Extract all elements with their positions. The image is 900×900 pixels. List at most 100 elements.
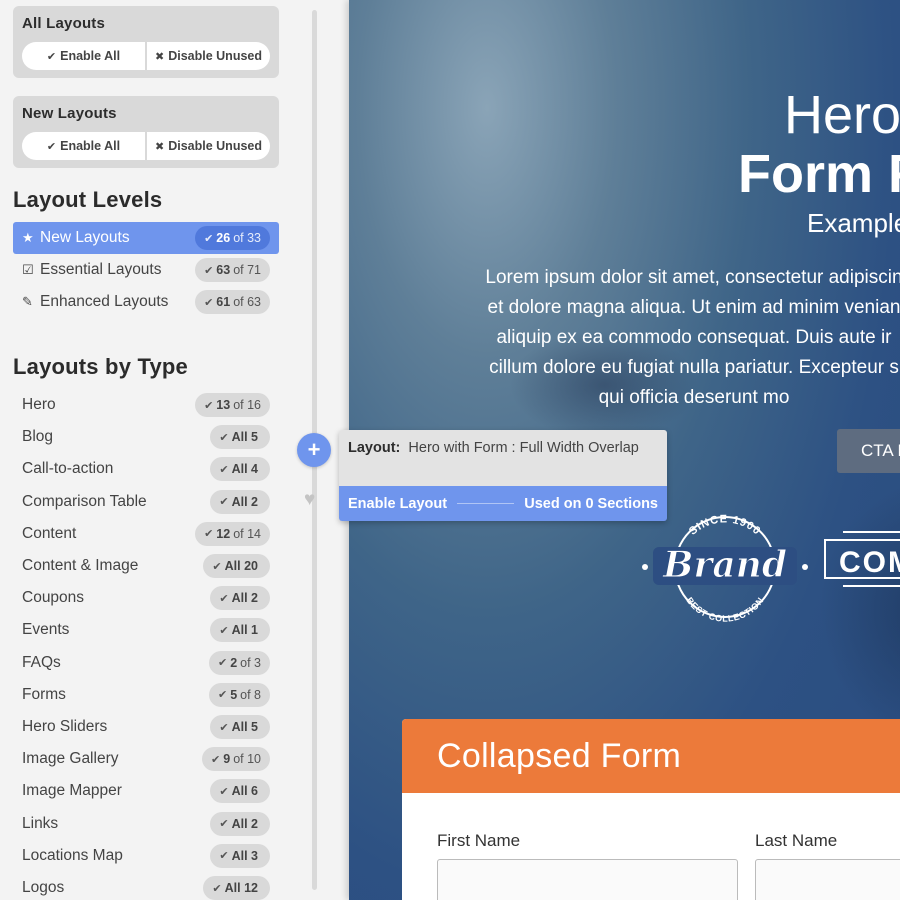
level-label: Essential Layouts	[40, 261, 162, 278]
level-essential-layouts[interactable]: ☑ Essential Layouts ✔ 63 of 71	[13, 254, 279, 286]
badge-count: All 6	[231, 784, 258, 799]
check-icon: ✔	[219, 496, 229, 509]
check-icon: ✔	[217, 689, 228, 702]
type-label: Events	[22, 621, 70, 639]
check-icon: ✔	[219, 592, 229, 605]
type-row[interactable]: Locations Map ✔ All 3	[13, 840, 279, 872]
type-row[interactable]: Call-to-action ✔ All 4	[13, 453, 279, 485]
check-icon: ✔	[212, 560, 222, 573]
all-layouts-title: All Layouts	[22, 15, 106, 32]
badge-count: All 3	[231, 848, 258, 863]
check-icon: ✔	[219, 463, 229, 476]
svg-text:BEST COLLECTION: BEST COLLECTION	[684, 595, 765, 623]
enable-layout-button[interactable]: Enable Layout	[348, 496, 447, 512]
badge-count: All 2	[231, 494, 258, 509]
add-layout-button[interactable]: +	[297, 433, 331, 467]
badge-count: All 1	[231, 623, 258, 638]
badge-total: of 71	[233, 263, 261, 277]
form-title: Collapsed Form	[437, 736, 682, 775]
badge-total: of 63	[233, 295, 261, 309]
count-badge: ✔ 5 of 8	[208, 682, 270, 707]
type-row[interactable]: Events ✔ All 1	[13, 614, 279, 646]
type-label: Hero Sliders	[22, 718, 108, 735]
company-name-text: COM	[839, 546, 900, 579]
badge-count: All 4	[231, 462, 258, 477]
type-row[interactable]: Blog ✔ All 5	[13, 421, 279, 453]
check-icon: ✔	[46, 50, 57, 63]
badge-count: 13	[216, 398, 231, 412]
check-icon: ✔	[219, 721, 229, 734]
type-row[interactable]: Content ✔ 12 of 14	[13, 518, 279, 550]
all-enable-all-button[interactable]: ✔ Enable All	[22, 42, 145, 70]
heart-icon[interactable]: ♥	[304, 489, 315, 511]
type-row[interactable]: Image Mapper ✔ All 6	[13, 775, 279, 807]
popover-layout-name: Hero with Form : Full Width Overlap	[408, 440, 639, 456]
type-row[interactable]: Links ✔ All 2	[13, 808, 279, 840]
badge-total: of 10	[233, 752, 261, 767]
badge-count: 5	[230, 687, 238, 702]
check-icon: ✔	[219, 431, 229, 444]
type-row[interactable]: Hero ✔ 13 of 16	[13, 389, 279, 421]
new-layouts-title: New Layouts	[22, 105, 117, 122]
cta-button[interactable]: CTA B	[837, 429, 900, 473]
check-icon: ✔	[212, 882, 222, 895]
type-label: Links	[22, 814, 59, 832]
count-badge: ✔ 9 of 10	[202, 747, 270, 772]
type-row[interactable]: Image Gallery ✔ 9 of 10	[13, 743, 279, 775]
type-label: Content	[22, 524, 77, 542]
type-label: Locations Map	[22, 846, 123, 864]
check-icon: ✔	[204, 232, 214, 245]
badge-count: 63	[216, 263, 231, 277]
badge-count: All 5	[231, 720, 258, 734]
type-row[interactable]: Content & Image ✔ All 20	[13, 550, 279, 582]
check-icon: ✔	[219, 850, 229, 863]
type-row[interactable]: Forms ✔ 5 of 8	[13, 679, 279, 711]
all-disable-unused-button[interactable]: ✖ Disable Unused	[147, 42, 270, 70]
count-badge: ✔ 63 of 71	[195, 258, 270, 282]
count-badge: ✔ All 5	[210, 425, 270, 450]
hero-subtitle: Example	[807, 208, 900, 238]
first-name-label: First Name	[437, 831, 521, 850]
badge-total: of 8	[240, 687, 261, 702]
new-layouts-card: New Layouts ✔ Enable All ✖ Disable Unused	[13, 96, 279, 168]
type-label: Coupons	[22, 589, 85, 607]
all-layouts-card: All Layouts ✔ Enable All ✖ Disable Unused	[13, 6, 279, 78]
new-enable-all-label: Enable All	[60, 139, 121, 153]
new-enable-all-button[interactable]: ✔ Enable All	[22, 132, 145, 160]
check-icon: ✔	[204, 528, 214, 541]
wand-icon: ✎	[22, 294, 33, 309]
badge-total: of 16	[233, 398, 261, 412]
check-icon: ✔	[219, 624, 229, 637]
popover-layout-label: Layout:	[348, 440, 401, 456]
paragraph-line: qui officia deserunt mo	[598, 387, 790, 408]
type-row[interactable]: Hero Sliders ✔ All 5	[13, 711, 279, 743]
type-row[interactable]: Coupons ✔ All 2	[13, 582, 279, 614]
check-icon: ✔	[46, 140, 57, 153]
check-icon: ✔	[204, 264, 214, 277]
new-disable-unused-button[interactable]: ✖ Disable Unused	[147, 132, 270, 160]
type-label: Forms	[22, 685, 66, 703]
check-icon: ✔	[219, 818, 229, 831]
count-badge: ✔ All 1	[210, 618, 270, 643]
level-new-layouts[interactable]: ★ New Layouts ✔ 26 of 33	[13, 222, 279, 254]
count-badge: ✔ All 3	[210, 843, 270, 868]
last-name-input[interactable]	[755, 859, 900, 900]
badge-count: 12	[216, 526, 231, 541]
used-on-sections-text: Used on 0 Sections	[524, 495, 658, 512]
first-name-input[interactable]	[437, 859, 738, 900]
type-label: Logos	[22, 879, 65, 896]
x-icon: ✖	[155, 50, 165, 63]
paragraph-line: et dolore magna aliqua. Ut enim ad minim…	[487, 297, 900, 318]
level-enhanced-layouts[interactable]: ✎ Enhanced Layouts ✔ 61 of 63	[13, 286, 279, 318]
all-enable-all-label: Enable All	[60, 49, 121, 63]
type-row[interactable]: Comparison Table ✔ All 2	[13, 486, 279, 518]
type-row[interactable]: Logos ✔ All 12	[13, 872, 279, 900]
count-badge: ✔ 12 of 14	[195, 521, 270, 546]
check-icon: ✔	[211, 753, 221, 766]
layouts-by-type-heading: Layouts by Type	[13, 354, 188, 379]
type-row[interactable]: FAQs ✔ 2 of 3	[13, 647, 279, 679]
badge-count: 61	[216, 295, 231, 309]
all-disable-unused-label: Disable Unused	[168, 49, 262, 63]
paragraph-line: Lorem ipsum dolor sit amet, consectetur …	[485, 267, 900, 288]
type-label: Image Mapper	[22, 782, 122, 800]
